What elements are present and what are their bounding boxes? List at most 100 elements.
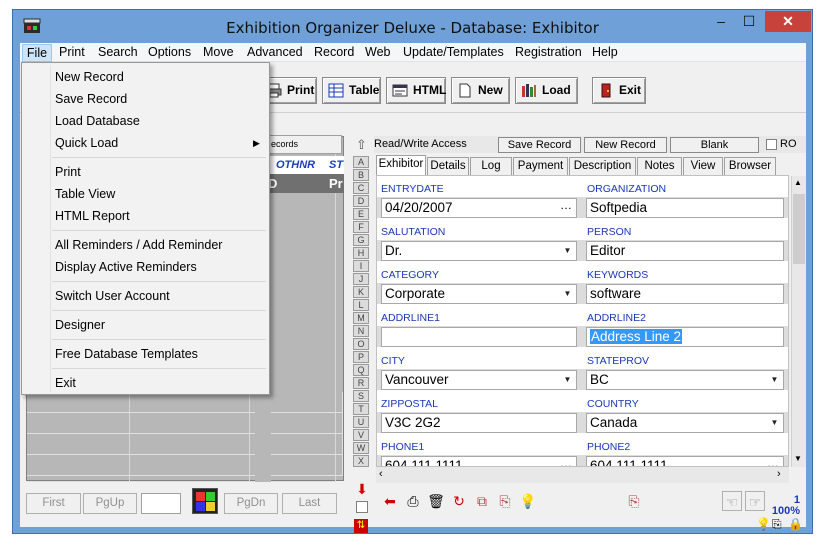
menu-file[interactable]: File	[22, 44, 52, 62]
letter-index-w[interactable]: W	[353, 442, 369, 454]
menu-move[interactable]: Move	[203, 45, 234, 59]
menu-free-templates[interactable]: Free Database Templates	[55, 347, 198, 361]
lightbulb-icon[interactable]: 💡	[518, 491, 538, 511]
menu-registration[interactable]: Registration	[515, 45, 582, 59]
stateprov-select[interactable]: BC ▼	[586, 370, 784, 390]
trash-icon[interactable]: 🗑	[426, 491, 446, 511]
menu-all-reminders[interactable]: All Reminders / Add Reminder	[55, 238, 222, 252]
load-button[interactable]: Load	[515, 77, 578, 104]
html-button[interactable]: HTML	[386, 77, 446, 104]
person-field[interactable]: Editor	[586, 241, 784, 261]
phone-picker-icon[interactable]: …	[558, 457, 574, 466]
city-select[interactable]: Vancouver ▼	[381, 370, 577, 390]
close-button[interactable]: ✕	[765, 11, 811, 32]
menu-html-report[interactable]: HTML Report	[55, 209, 130, 223]
letter-index-k[interactable]: K	[353, 286, 369, 298]
menu-designer[interactable]: Designer	[55, 318, 105, 332]
maximize-button[interactable]: ☐	[735, 11, 763, 33]
menu-update-templates[interactable]: Update/Templates	[403, 45, 504, 59]
tab-exhibitor[interactable]: Exhibitor	[376, 155, 426, 176]
phone1-field[interactable]: 604 111 1111…	[381, 456, 577, 466]
letter-index-x[interactable]: X	[353, 455, 369, 467]
menu-print[interactable]: Print	[55, 165, 81, 179]
back-arrow-icon[interactable]: ⬅	[380, 491, 400, 511]
scroll-up-icon[interactable]: ▲	[794, 178, 802, 187]
menu-record[interactable]: Record	[314, 45, 354, 59]
refresh-icon[interactable]: ↻	[449, 491, 469, 511]
menu-print[interactable]: Print	[59, 45, 85, 59]
addrline2-field[interactable]: Address Line 2	[586, 327, 784, 347]
letter-index-m[interactable]: M	[353, 312, 369, 324]
letter-index-j[interactable]: J	[353, 273, 369, 285]
phone2-field[interactable]: 604 111 1111…	[586, 456, 784, 466]
chevron-down-icon[interactable]: ▼	[767, 415, 782, 431]
updown-icon[interactable]: ⇅	[354, 519, 368, 533]
exit-button[interactable]: Exit	[592, 77, 646, 104]
menu-active-reminders[interactable]: Display Active Reminders	[55, 260, 197, 274]
tab-notes[interactable]: Notes	[637, 157, 682, 175]
letter-index-h[interactable]: H	[353, 247, 369, 259]
scroll-left-icon[interactable]: ‹	[379, 468, 383, 480]
tab-log[interactable]: Log	[470, 157, 512, 175]
printer-icon[interactable]: ⎙	[403, 491, 423, 511]
tab-description[interactable]: Description	[569, 157, 636, 175]
title-bar[interactable]: Exhibition Organizer Deluxe - Database: …	[13, 10, 812, 43]
letter-index-i[interactable]: I	[353, 260, 369, 272]
letter-index-o[interactable]: O	[353, 338, 369, 350]
pgdn-button[interactable]: PgDn	[224, 493, 278, 514]
menu-search[interactable]: Search	[98, 45, 138, 59]
letter-index-f[interactable]: F	[353, 221, 369, 233]
letter-index-e[interactable]: E	[353, 208, 369, 220]
letter-index-t[interactable]: T	[353, 403, 369, 415]
salutation-select[interactable]: Dr. ▼	[381, 241, 577, 261]
letter-index-d[interactable]: D	[353, 195, 369, 207]
chevron-down-icon[interactable]: ▼	[560, 243, 575, 259]
chevron-down-icon[interactable]: ▼	[560, 372, 575, 388]
letter-index-g[interactable]: G	[353, 234, 369, 246]
tab-view[interactable]: View	[683, 157, 723, 175]
new-button[interactable]: New	[451, 77, 510, 104]
letter-index-n[interactable]: N	[353, 325, 369, 337]
table-button[interactable]: Table	[322, 77, 381, 104]
letter-index-v[interactable]: V	[353, 429, 369, 441]
lock-icon[interactable]: 🔒	[788, 517, 803, 531]
form-horizontal-scrollbar[interactable]: ‹ ›	[376, 467, 789, 483]
date-picker-icon[interactable]: …	[558, 199, 574, 215]
menu-quick-load[interactable]: Quick Load	[55, 136, 118, 150]
menu-switch-user[interactable]: Switch User Account	[55, 289, 170, 303]
letter-index-s[interactable]: S	[353, 390, 369, 402]
entrydate-field[interactable]: 04/20/2007…	[381, 198, 577, 218]
scroll-down-icon[interactable]: ▼	[794, 454, 802, 463]
grid-column-header[interactable]: OTHNR ST	[266, 156, 344, 174]
copy-record-icon[interactable]: ⧉	[472, 491, 492, 511]
letter-index-a[interactable]: A	[353, 156, 369, 168]
country-select[interactable]: Canada ▼	[586, 413, 784, 433]
save-record-button[interactable]: Save Record	[498, 137, 581, 153]
category-select[interactable]: Corporate ▼	[381, 284, 577, 304]
menu-save-record[interactable]: Save Record	[55, 92, 127, 106]
first-button[interactable]: First	[26, 493, 81, 514]
menu-load-database[interactable]: Load Database	[55, 114, 140, 128]
form-vertical-scrollbar[interactable]: ▲ ▼	[791, 176, 806, 467]
prev-record-icon[interactable]: ☜	[722, 491, 742, 511]
tab-details[interactable]: Details	[427, 157, 469, 175]
pages-icon[interactable]: ⎘	[772, 517, 782, 532]
chevron-down-icon[interactable]: ▼	[560, 286, 575, 302]
pgup-button[interactable]: PgUp	[83, 493, 137, 514]
scrollbar-thumb[interactable]	[793, 194, 805, 264]
blank-button[interactable]: Blank	[670, 137, 759, 153]
new-record-button[interactable]: New Record	[584, 137, 667, 153]
keywords-field[interactable]: software	[586, 284, 784, 304]
zippostal-field[interactable]: V3C 2G2	[381, 413, 577, 433]
minimize-button[interactable]: –	[707, 11, 735, 33]
menu-exit[interactable]: Exit	[55, 376, 76, 390]
chevron-down-icon[interactable]: ▼	[767, 372, 782, 388]
paste-record-icon[interactable]: ⎘	[495, 491, 515, 511]
menu-new-record[interactable]: New Record	[55, 70, 124, 84]
menu-options[interactable]: Options	[148, 45, 191, 59]
tab-browser[interactable]: Browser	[724, 157, 776, 175]
letter-index-b[interactable]: B	[353, 169, 369, 181]
index-checkbox[interactable]	[356, 501, 368, 513]
menu-advanced[interactable]: Advanced	[247, 45, 303, 59]
colorful-grid-icon[interactable]	[192, 488, 218, 514]
